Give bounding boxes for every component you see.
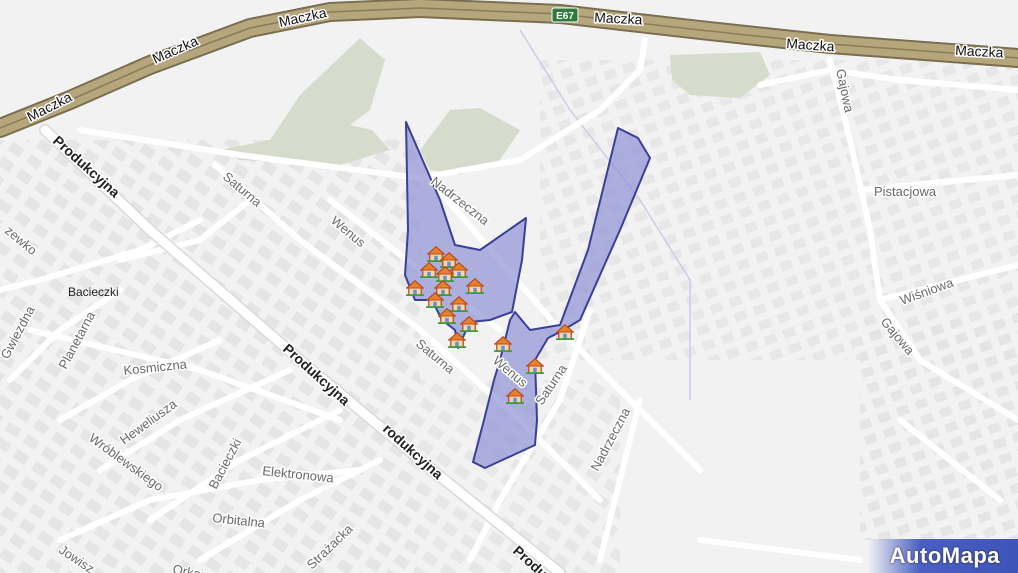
e67-route-shield: E67	[551, 7, 579, 23]
automapa-logo: AutoMapa	[868, 539, 1018, 573]
brand-name: AutoMapa	[889, 543, 1000, 568]
map-canvas[interactable]: Maczka Maczka Maczka Maczka Maczka Maczk…	[0, 0, 1018, 573]
e67-label: E67	[556, 11, 574, 22]
street-label-pistacjowa: Pistacjowa	[874, 184, 937, 199]
place-label-bacieczki: Bacieczki	[68, 285, 119, 299]
street-label-maczka: Maczka	[594, 9, 643, 28]
street-label-maczka: Maczka	[955, 42, 1004, 61]
street-label-maczka: Maczka	[786, 35, 835, 54]
map-view[interactable]: Maczka Maczka Maczka Maczka Maczka Maczk…	[0, 0, 1018, 573]
